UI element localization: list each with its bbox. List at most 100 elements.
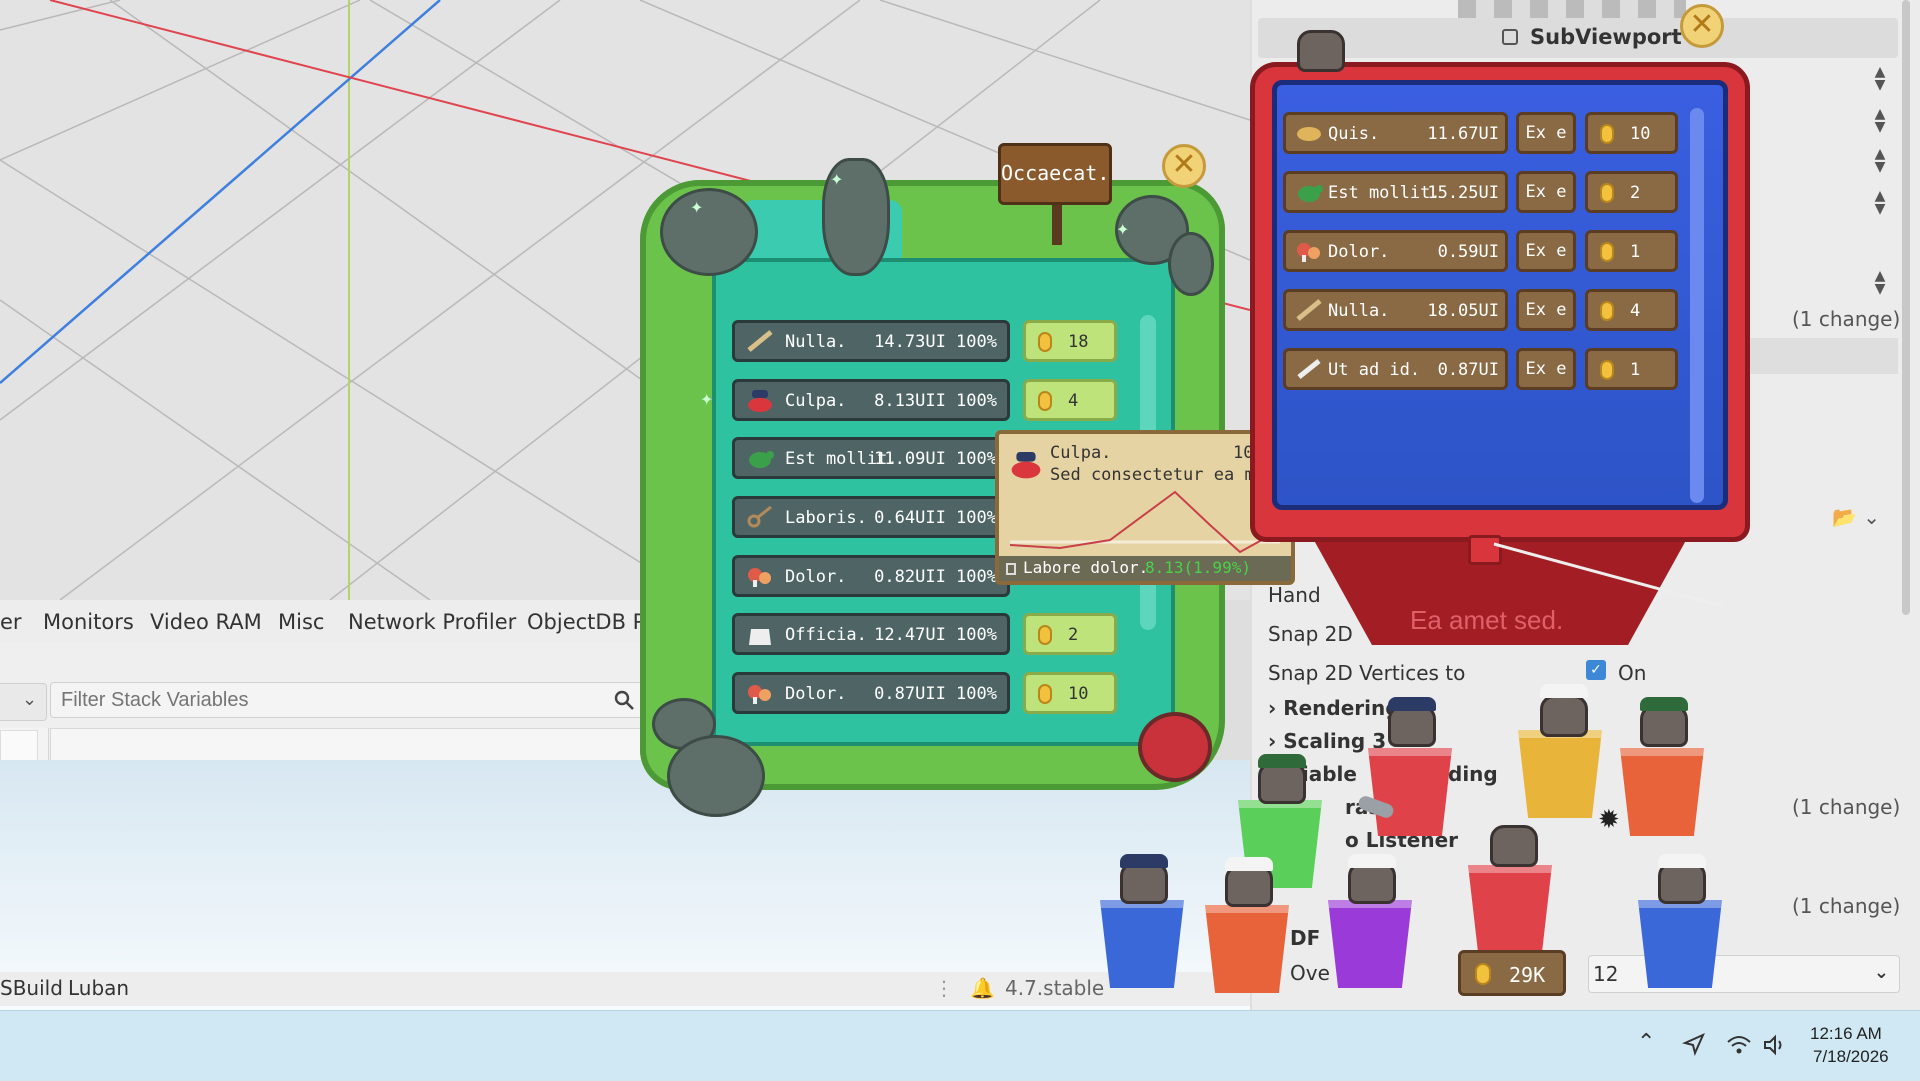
pail-yellow[interactable] — [1518, 730, 1602, 818]
pail-blue[interactable] — [1638, 900, 1722, 988]
bucket-action-button[interactable]: Ex e — [1516, 289, 1576, 331]
pond-item-row[interactable]: Laboris. 0.64UII 100% — [732, 496, 1010, 538]
bucket-action-button[interactable]: Ex e — [1516, 348, 1576, 390]
tab-network-profiler[interactable]: Network Profiler — [348, 610, 516, 634]
item-name: Est mollit. — [1328, 183, 1441, 203]
cat-sprite[interactable] — [1490, 825, 1538, 867]
bucket-item-row[interactable]: Quis. 11.67UI — [1283, 112, 1508, 154]
pail-blue[interactable] — [1100, 900, 1184, 988]
location-icon[interactable] — [1682, 1032, 1706, 1056]
pail-red[interactable] — [1468, 865, 1552, 953]
inspector-select[interactable]: 12 ⌄ — [1588, 955, 1900, 993]
select-value: 12 — [1593, 962, 1619, 986]
inspector-scrollbar[interactable] — [1902, 0, 1910, 615]
mushroom-icon — [748, 685, 771, 704]
tab-profiler[interactable]: er — [0, 610, 22, 634]
stack-frame-select[interactable]: ⌄ — [0, 683, 47, 721]
bucket-action-button[interactable]: Ex e — [1516, 112, 1576, 154]
crab-captain-icon — [1011, 452, 1041, 479]
tab-misc[interactable]: Misc — [278, 610, 324, 634]
folder-icon[interactable]: 📂 ⌄ — [1832, 505, 1880, 529]
coin-icon — [1600, 242, 1614, 262]
spinbox-updown-icon[interactable]: ▲ ▼ — [1872, 189, 1888, 218]
bucket-list-scrollbar[interactable] — [1690, 108, 1704, 503]
turtle-icon — [1298, 185, 1323, 202]
bucket-item-row[interactable]: Dolor. 0.59UI — [1283, 230, 1508, 272]
pond-item-row[interactable]: Nulla. 14.73UI 100% — [732, 320, 1010, 362]
clock-time[interactable]: 12:16 AM — [1810, 1024, 1882, 1044]
spinbox-updown-icon[interactable]: ▲ ▼ — [1872, 107, 1888, 136]
bucket-handle-rope — [1493, 542, 1723, 608]
bucket-item-row[interactable]: Est mollit. 15.25UI — [1283, 171, 1508, 213]
pond-item-row[interactable]: Dolor. 0.82UII 100% — [732, 555, 1010, 597]
cat-sprite[interactable] — [1348, 862, 1396, 904]
cat-sprite[interactable] — [1388, 705, 1436, 747]
sparkle-icon: ✦ — [690, 198, 704, 217]
statusbar-tab-luban[interactable]: Luban — [68, 976, 129, 1000]
spinbox-updown-icon[interactable]: ▲ ▼ — [1872, 147, 1888, 176]
wifi-icon[interactable] — [1726, 1034, 1752, 1056]
speaker-icon[interactable] — [1762, 1034, 1788, 1056]
chevron-up-icon[interactable]: ⌃ — [1637, 1030, 1655, 1055]
cat-sprite[interactable] — [1120, 862, 1168, 904]
chevron-right-icon: › — [1268, 729, 1284, 753]
cat-sprite[interactable] — [1640, 705, 1688, 747]
coin-total-value: 29K — [1509, 963, 1546, 987]
statusbar-tab-msbuild[interactable]: SBuild — [0, 976, 63, 1000]
bucket-action-button[interactable]: Ex e — [1516, 171, 1576, 213]
pail-orange[interactable] — [1620, 748, 1704, 836]
bell-icon[interactable]: 🔔 — [970, 976, 995, 1000]
bucket-close-button[interactable]: ✕ — [1680, 4, 1724, 48]
pail-red[interactable] — [1368, 748, 1452, 836]
tab-video-ram[interactable]: Video RAM — [150, 610, 262, 634]
item-stat: 11.67UI — [1427, 124, 1499, 144]
rock — [667, 735, 765, 817]
pail-orange[interactable] — [1205, 905, 1289, 993]
tab-monitors[interactable]: Monitors — [43, 610, 134, 634]
spinbox-updown-icon[interactable]: ▲ ▼ — [1872, 269, 1888, 298]
resize-handle[interactable] — [1458, 0, 1686, 18]
change-count: (1 change) — [1792, 894, 1901, 918]
cat-sprite[interactable] — [1258, 762, 1306, 804]
statusbar-menu-icon[interactable]: ⋮ — [934, 976, 954, 1000]
filter-stack-variables-input[interactable] — [50, 682, 646, 718]
checkbox-checked-icon[interactable]: ✓ — [1586, 660, 1606, 680]
pond-item-row[interactable]: Officia. 12.47UI 100% — [732, 613, 1010, 655]
bucket-action-button[interactable]: Ex e — [1516, 230, 1576, 272]
coin-icon — [1038, 625, 1052, 645]
item-stat: 12.47UI 100% — [874, 625, 997, 645]
cat-sprite[interactable] — [1225, 865, 1273, 907]
qty-value: 10 — [1068, 684, 1089, 704]
pond-item-row[interactable]: Dolor. 0.87UII 100% — [732, 672, 1010, 714]
item-stat: 14.73UI 100% — [874, 332, 997, 352]
coin-icon — [1600, 301, 1614, 321]
crab-captain-icon — [748, 390, 772, 412]
pond-item-row[interactable]: Culpa. 8.13UII 100% — [732, 379, 1010, 421]
clock-date[interactable]: 7/18/2026 — [1813, 1047, 1889, 1067]
pail-purple[interactable] — [1328, 900, 1412, 988]
captain-hat-icon[interactable] — [1138, 712, 1212, 782]
cat-sprite — [1297, 30, 1345, 72]
bucket-item-row[interactable]: Nulla. 18.05UI — [1283, 289, 1508, 331]
sparkle-icon: ✦ — [1116, 220, 1130, 239]
inspector-section-rendering[interactable]: › Rendering — [1268, 696, 1400, 720]
cat-sprite[interactable] — [1658, 862, 1706, 904]
pond-close-button[interactable]: ✕ — [1162, 144, 1206, 188]
pond-item-row[interactable]: Est mollit. 11.09UI 100% — [732, 437, 1010, 479]
coin-icon — [1475, 963, 1491, 985]
coin-icon — [1038, 391, 1052, 411]
spinbox-updown-icon[interactable]: ▲ ▼ — [1872, 65, 1888, 94]
qty-value: 4 — [1630, 301, 1641, 321]
tooltip-price-graph — [1010, 490, 1280, 554]
cat-sprite[interactable] — [1540, 695, 1588, 737]
close-icon: ✕ — [1689, 7, 1715, 42]
bucket-item-qty: 1 — [1585, 348, 1678, 390]
qty-value: 2 — [1068, 625, 1079, 645]
stick-icon — [1296, 299, 1322, 321]
qty-value: 10 — [1630, 124, 1651, 144]
search-icon[interactable] — [612, 688, 636, 712]
item-name: Dolor. — [1328, 242, 1390, 262]
coin-icon — [1600, 360, 1614, 380]
inspector-section-label: ding — [1448, 762, 1498, 786]
bucket-item-row[interactable]: Ut ad id. 0.87UI — [1283, 348, 1508, 390]
